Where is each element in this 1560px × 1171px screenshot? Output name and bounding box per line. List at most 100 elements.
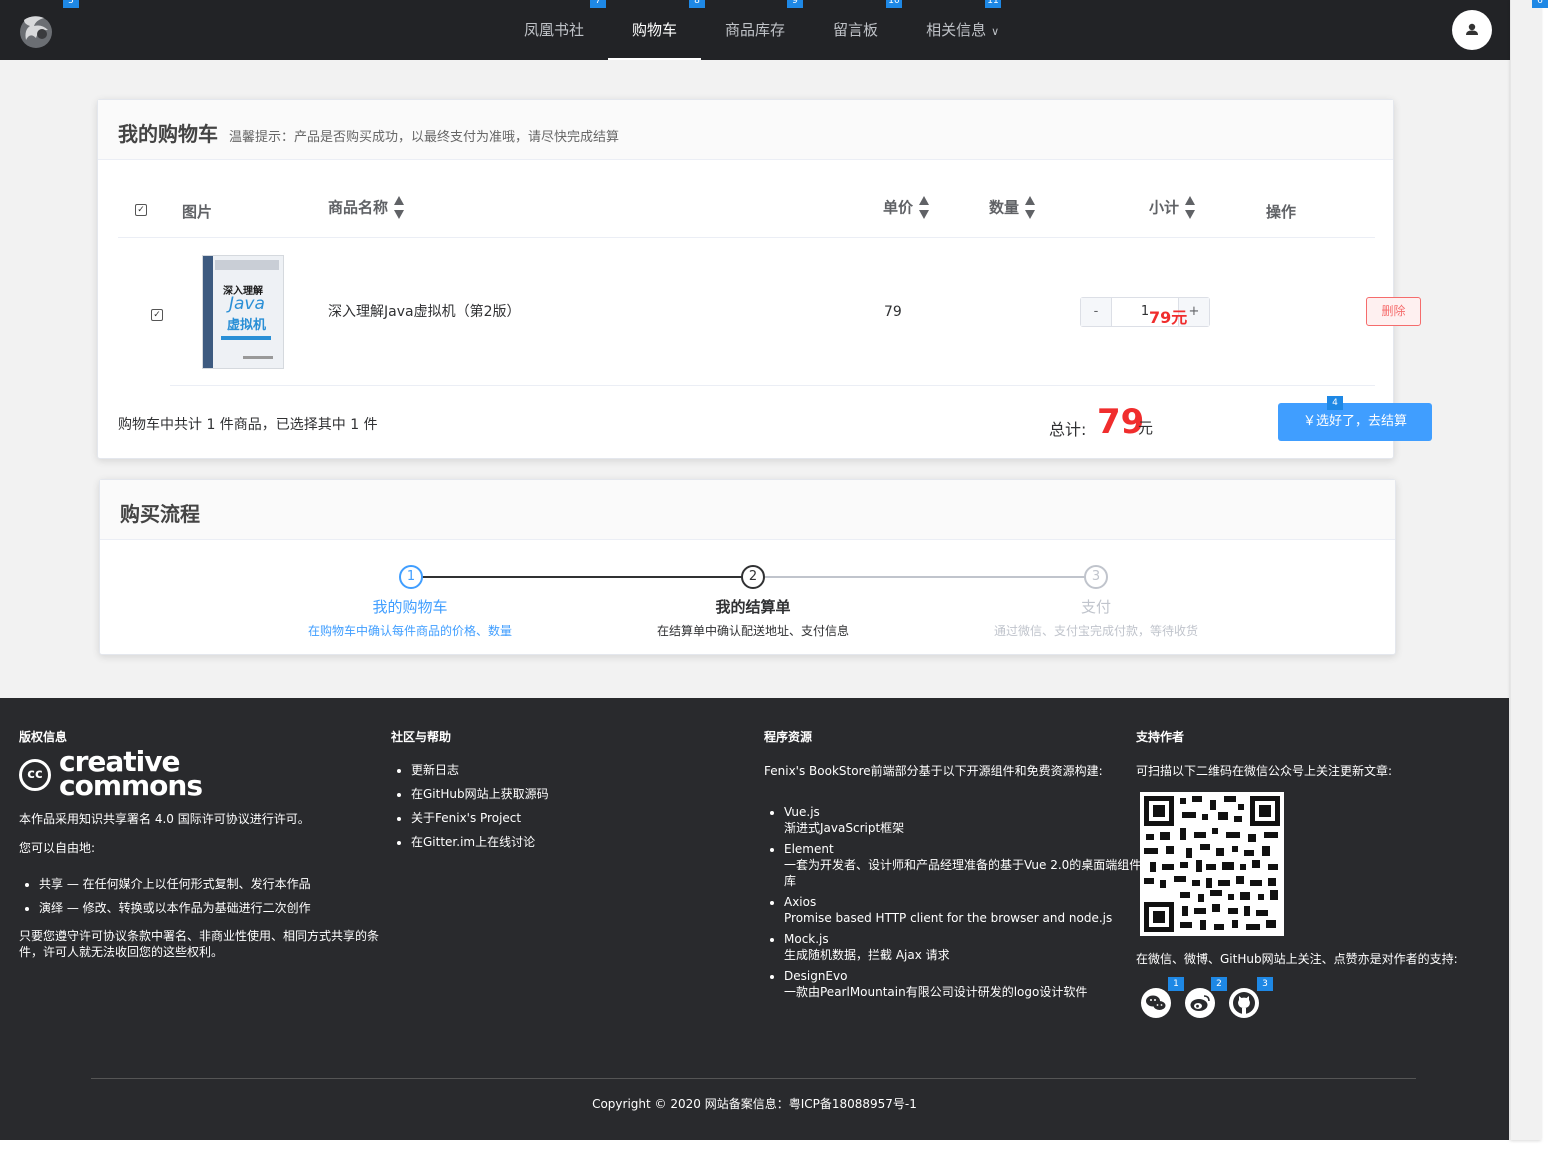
column-header-subtotal[interactable]: 小计 [1149, 196, 1196, 220]
column-header-price[interactable]: 单价 [883, 196, 930, 220]
nav-label: 购物车 [632, 21, 678, 39]
social-marker-badge: 1 [1168, 977, 1184, 991]
checkout-button[interactable]: ￥选好了，去结算 [1278, 403, 1432, 441]
condition-text: 只要您遵守许可协议条款中署名、非商业性使用、相同方式共享的条件，许可人就无法收回… [19, 929, 380, 959]
list-item: Mock.js生成随机数据，拦截 Ajax 请求 [784, 931, 1144, 963]
list-item: 演绎 — 修改、转换或以本作品为基础进行二次创作 [39, 896, 311, 920]
nav-marker-badge: 10 [886, 0, 902, 8]
nav-marker-badge: 9 [787, 0, 803, 8]
copyright-title: 版权信息 [19, 730, 68, 744]
resource-name[interactable]: Element [784, 841, 1144, 857]
site-footer: 版权信息 creative cc creative commons 本作品采用知… [0, 698, 1509, 1140]
cover-jvm-text: 虚拟机 [227, 318, 267, 333]
column-header-image: 图片 [182, 203, 213, 221]
row-checkbox[interactable]: ✓ [151, 309, 163, 321]
creative-commons-logo[interactable]: creative cc creative commons [19, 748, 209, 802]
sort-arrows-icon[interactable] [919, 196, 930, 220]
product-name: 深入理解Java虚拟机（第2版） [328, 304, 521, 320]
step-connector [765, 576, 1085, 578]
qr-instruction: 可扫描以下二维码在微信公众号上关注更新文章: [1136, 764, 1393, 778]
nav-item-related-info[interactable]: 相关信息 ∨ [902, 0, 1023, 60]
github-icon[interactable] [1229, 988, 1259, 1018]
sort-arrows-icon[interactable] [394, 196, 405, 220]
list-item: DesignEvo一款由PearlMountain有限公司设计研发的logo设计… [784, 968, 1144, 1000]
resource-desc: 渐进式JavaScript框架 [784, 821, 905, 835]
github-source-link[interactable]: 在GitHub网站上获取源码 [411, 782, 549, 806]
resource-name[interactable]: Mock.js [784, 931, 1144, 947]
step-1-title: 我的购物车 [372, 598, 448, 616]
footer-copyright: Copyright © 2020 网站备案信息：粤ICP备18088957号-1 [592, 1097, 917, 1111]
process-title: 购买流程 [120, 502, 200, 526]
nav-item-message-board[interactable]: 留言板 [809, 0, 902, 60]
nav-label: 凤凰书社 [524, 21, 585, 39]
cc-icon: cc [19, 759, 51, 791]
resource-desc: Promise based HTTP client for the browse… [784, 911, 1113, 925]
top-navbar: 5 凤凰书社 购物车 商品库存 留言板 相关信息 ∨ 7 8 9 10 11 [0, 0, 1510, 60]
book-cover-image[interactable]: 深入理解 Java 虚拟机 [202, 255, 284, 369]
cc-text-line2: commons [59, 769, 203, 802]
main-nav: 凤凰书社 购物车 商品库存 留言板 相关信息 ∨ [500, 0, 1023, 60]
nav-label: 商品库存 [725, 21, 786, 39]
list-item: 共享 — 在任何媒介上以任何形式复制、发行本作品 [39, 872, 311, 896]
table-header-divider [118, 237, 1375, 238]
column-label: 商品名称 [328, 198, 389, 217]
support-title: 支持作者 [1136, 730, 1185, 744]
resource-name[interactable]: Axios [784, 894, 1144, 910]
step-3-icon: 3 [1084, 565, 1108, 589]
cover-java-text: Java [229, 294, 265, 314]
weibo-icon[interactable] [1185, 988, 1215, 1018]
nav-marker-badge: 11 [985, 0, 1001, 8]
nav-item-cart[interactable]: 购物车 [608, 0, 702, 60]
resource-name[interactable]: DesignEvo [784, 968, 1144, 984]
nav-marker-badge: 7 [590, 0, 606, 8]
step-2-icon: 2 [741, 565, 765, 589]
user-avatar[interactable] [1452, 10, 1492, 50]
cart-card: 我的购物车 温馨提示：产品是否购买成功，以最终支付为准哦，请尽快完成结算 ✓ 图… [97, 99, 1432, 459]
resource-name[interactable]: Vue.js [784, 804, 1144, 820]
list-item: Vue.js渐进式JavaScript框架 [784, 804, 1144, 836]
column-header-name[interactable]: 商品名称 [328, 196, 405, 220]
product-subtotal: 79元 [1149, 308, 1188, 327]
select-all-checkbox[interactable]: ✓ [135, 204, 147, 216]
resource-desc: 生成随机数据，拦截 Ajax 请求 [784, 948, 950, 962]
user-icon [1466, 23, 1478, 35]
community-links: 更新日志 在GitHub网站上获取源码 关于Fenix's Project 在G… [391, 758, 549, 854]
process-card: 购买流程 1 我的购物车 在购物车中确认每件商品的价格、数量 2 我的结算单 在… [99, 479, 1396, 655]
column-label: 数量 [989, 198, 1020, 217]
step-2-desc: 在结算单中确认配送地址、支付信息 [656, 624, 849, 638]
gitter-link[interactable]: 在Gitter.im上在线讨论 [411, 830, 549, 854]
column-header-action: 操作 [1266, 203, 1297, 221]
product-price: 79 [884, 304, 902, 320]
cart-title: 我的购物车 [118, 122, 218, 146]
resources-intro: Fenix's BookStore前端部分基于以下开源组件和免费资源构建: [764, 764, 1103, 778]
qr-code-icon [1140, 792, 1284, 936]
quantity-stepper: - 1 + [1080, 297, 1210, 327]
license-text: 本作品采用知识共享署名 4.0 国际许可协议进行许可。 [19, 812, 310, 826]
nav-item-inventory[interactable]: 商品库存 [701, 0, 809, 60]
about-project-link[interactable]: 关于Fenix's Project [411, 806, 549, 830]
phoenix-logo-icon[interactable] [16, 10, 56, 50]
free-to-text: 您可以自由地: [19, 841, 96, 855]
column-label: 单价 [883, 198, 914, 217]
cart-summary: 购物车中共计 1 件商品，已选择其中 1 件 [118, 417, 378, 433]
delete-button[interactable]: 删除 [1366, 297, 1421, 326]
vertical-scrollbar[interactable] [1510, 0, 1541, 1140]
sort-arrows-icon[interactable] [1185, 196, 1196, 220]
resource-desc: 一款由PearlMountain有限公司设计研发的logo设计软件 [784, 985, 1088, 999]
total-unit: 元 [1138, 419, 1154, 437]
social-marker-badge: 3 [1257, 977, 1273, 991]
cart-hint: 温馨提示：产品是否购买成功，以最终支付为准哦，请尽快完成结算 [229, 130, 620, 145]
column-header-quantity[interactable]: 数量 [989, 196, 1036, 220]
decrease-button[interactable]: - [1081, 298, 1111, 326]
list-item: Element一套为开发者、设计师和产品经理准备的基于Vue 2.0的桌面端组件… [784, 841, 1144, 889]
nav-label: 留言板 [833, 21, 879, 39]
resource-desc: 一套为开发者、设计师和产品经理准备的基于Vue 2.0的桌面端组件库 [784, 858, 1142, 888]
sort-arrows-icon[interactable] [1025, 196, 1036, 220]
wechat-icon[interactable] [1141, 988, 1171, 1018]
logo-marker-badge: 5 [63, 0, 79, 8]
row-divider [170, 385, 1375, 386]
nav-marker-badge: 8 [689, 0, 705, 8]
changelog-link[interactable]: 更新日志 [411, 758, 549, 782]
resources-title: 程序资源 [764, 730, 813, 744]
nav-item-bookstore[interactable]: 凤凰书社 [500, 0, 608, 60]
